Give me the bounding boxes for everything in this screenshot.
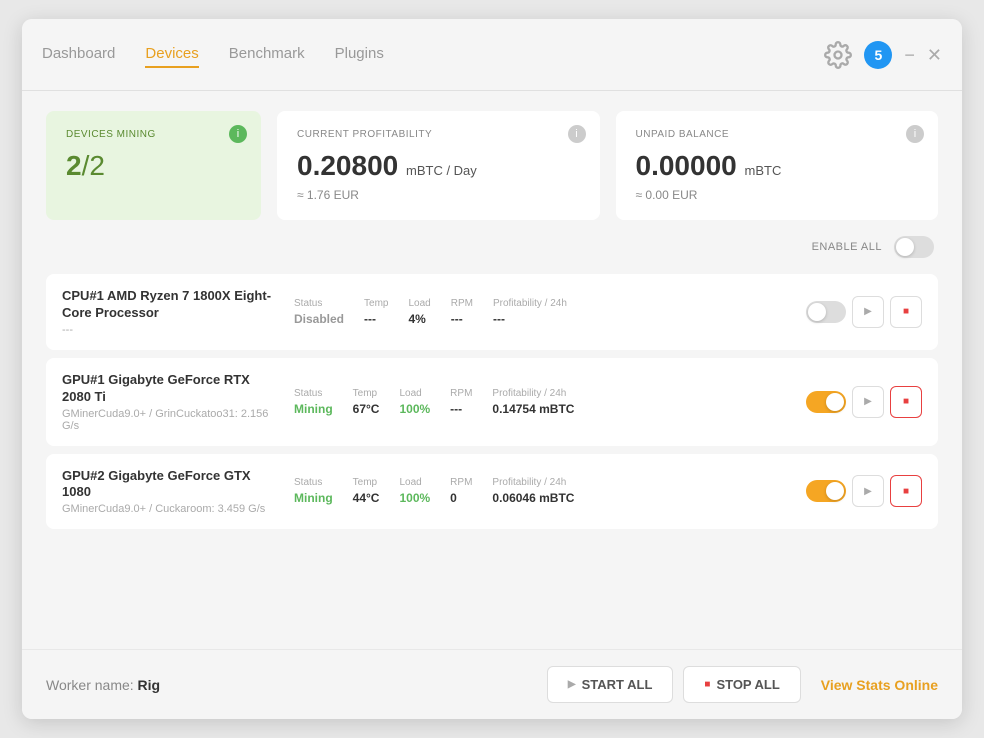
stop-all-button[interactable]: ■ STOP ALL [683, 666, 800, 703]
device-name-gpu1: GPU#1 Gigabyte GeForce RTX 2080 Ti [62, 372, 282, 406]
device-status-gpu2: Mining [294, 491, 333, 505]
device-actions-gpu1: ▶ ■ [806, 386, 922, 418]
device-stat-load-cpu1: Load 4% [408, 298, 430, 326]
devices-list: CPU#1 AMD Ryzen 7 1800X Eight-Core Proce… [46, 274, 938, 529]
device-stat-load-gpu2: Load 100% [399, 477, 430, 505]
balance-sub: ≈ 0.00 EUR [636, 188, 919, 202]
device-load-gpu2: 100% [399, 491, 430, 505]
minimize-button[interactable]: − [904, 46, 915, 64]
device-stat-temp-gpu2: Temp 44°C [353, 477, 380, 505]
device-stats-cpu1: Status Disabled Temp --- Load 4% RPM --- [294, 298, 794, 326]
device-sub-gpu2: GMinerCuda9.0+ / Cuckaroom: 3.459 G/s [62, 503, 282, 515]
device-stat-profit-gpu2: Profitability / 24h 0.06046 mBTC [492, 477, 574, 505]
profitability-card: i CURRENT PROFITABILITY 0.20800 mBTC / D… [277, 111, 600, 220]
device-status-cpu1: Disabled [294, 312, 344, 326]
device-stat-profit-gpu1: Profitability / 24h 0.14754 mBTC [492, 388, 574, 416]
device-load-cpu1: 4% [408, 312, 430, 326]
device-play-button-gpu1[interactable]: ▶ [852, 386, 884, 418]
enable-all-toggle[interactable] [894, 236, 934, 258]
device-temp-gpu1: 67°C [353, 402, 380, 416]
device-sub-gpu1: GMinerCuda9.0+ / GrinCuckatoo31: 2.156 G… [62, 408, 282, 432]
enable-all-row: ENABLE ALL [46, 236, 938, 258]
device-load-gpu1: 100% [399, 402, 430, 416]
start-all-button[interactable]: ▶ START ALL [547, 666, 673, 703]
start-all-play-icon: ▶ [568, 679, 576, 690]
table-row: CPU#1 AMD Ryzen 7 1800X Eight-Core Proce… [46, 274, 938, 350]
device-temp-cpu1: --- [364, 312, 388, 326]
devices-mining-value: 2/2 [66, 150, 241, 182]
device-stats-gpu2: Status Mining Temp 44°C Load 100% RPM 0 [294, 477, 794, 505]
balance-info-icon[interactable]: i [906, 125, 924, 143]
device-name-cpu1: CPU#1 AMD Ryzen 7 1800X Eight-Core Proce… [62, 288, 282, 322]
balance-value: 0.00000 mBTC [636, 150, 919, 182]
title-bar: Dashboard Devices Benchmark Plugins 5 − … [22, 19, 962, 91]
profitability-sub: ≈ 1.76 EUR [297, 188, 580, 202]
balance-card: i UNPAID BALANCE 0.00000 mBTC ≈ 0.00 EUR [616, 111, 939, 220]
tab-benchmark[interactable]: Benchmark [229, 41, 305, 68]
device-stat-load-gpu1: Load 100% [399, 388, 430, 416]
device-stat-temp-gpu1: Temp 67°C [353, 388, 380, 416]
device-actions-cpu1: ▶ ■ [806, 296, 922, 328]
profitability-info-icon[interactable]: i [568, 125, 586, 143]
device-stop-button-cpu1[interactable]: ■ [890, 296, 922, 328]
device-profit-cpu1: --- [493, 312, 567, 326]
title-actions: 5 − ✕ [824, 41, 942, 69]
device-stat-profit-cpu1: Profitability / 24h --- [493, 298, 567, 326]
app-window: Dashboard Devices Benchmark Plugins 5 − … [22, 19, 962, 719]
device-info-cpu1: CPU#1 AMD Ryzen 7 1800X Eight-Core Proce… [62, 288, 282, 336]
device-profit-gpu1: 0.14754 mBTC [492, 402, 574, 416]
device-stat-status-cpu1: Status Disabled [294, 298, 344, 326]
device-stat-status-gpu1: Status Mining [294, 388, 333, 416]
device-play-button-gpu2[interactable]: ▶ [852, 475, 884, 507]
device-toggle-gpu1[interactable] [806, 391, 846, 413]
device-actions-gpu2: ▶ ■ [806, 475, 922, 507]
device-sub-cpu1: --- [62, 324, 282, 336]
balance-label: UNPAID BALANCE [636, 129, 919, 140]
notification-badge[interactable]: 5 [864, 41, 892, 69]
view-stats-link[interactable]: View Stats Online [821, 677, 938, 693]
device-stat-rpm-gpu2: RPM 0 [450, 477, 472, 505]
device-stat-rpm-cpu1: RPM --- [451, 298, 473, 326]
stats-row: i DEVICES MINING 2/2 i CURRENT PROFITABI… [46, 111, 938, 220]
footer: Worker name: Rig ▶ START ALL ■ STOP ALL … [22, 649, 962, 719]
device-status-gpu1: Mining [294, 402, 333, 416]
device-stat-temp-cpu1: Temp --- [364, 298, 388, 326]
nav-tabs: Dashboard Devices Benchmark Plugins [42, 41, 824, 68]
profitability-value: 0.20800 mBTC / Day [297, 150, 580, 182]
device-toggle-gpu2[interactable] [806, 480, 846, 502]
tab-dashboard[interactable]: Dashboard [42, 41, 115, 68]
device-rpm-gpu2: 0 [450, 491, 472, 505]
device-rpm-cpu1: --- [451, 312, 473, 326]
tab-devices[interactable]: Devices [145, 41, 198, 68]
devices-mining-info-icon[interactable]: i [229, 125, 247, 143]
profitability-label: CURRENT PROFITABILITY [297, 129, 580, 140]
device-play-button-cpu1[interactable]: ▶ [852, 296, 884, 328]
device-stat-rpm-gpu1: RPM --- [450, 388, 472, 416]
stop-all-stop-icon: ■ [704, 679, 710, 690]
close-button[interactable]: ✕ [927, 46, 942, 64]
device-info-gpu1: GPU#1 Gigabyte GeForce RTX 2080 Ti GMine… [62, 372, 282, 432]
device-stop-button-gpu1[interactable]: ■ [890, 386, 922, 418]
device-info-gpu2: GPU#2 Gigabyte GeForce GTX 1080 GMinerCu… [62, 468, 282, 516]
worker-name-display: Worker name: Rig [46, 677, 547, 693]
device-profit-gpu2: 0.06046 mBTC [492, 491, 574, 505]
device-rpm-gpu1: --- [450, 402, 472, 416]
table-row: GPU#2 Gigabyte GeForce GTX 1080 GMinerCu… [46, 454, 938, 530]
devices-mining-card: i DEVICES MINING 2/2 [46, 111, 261, 220]
settings-icon[interactable] [824, 41, 852, 69]
device-stat-status-gpu2: Status Mining [294, 477, 333, 505]
device-stats-gpu1: Status Mining Temp 67°C Load 100% RPM --… [294, 388, 794, 416]
tab-plugins[interactable]: Plugins [335, 41, 384, 68]
device-temp-gpu2: 44°C [353, 491, 380, 505]
device-name-gpu2: GPU#2 Gigabyte GeForce GTX 1080 [62, 468, 282, 502]
enable-all-label: ENABLE ALL [812, 241, 882, 253]
main-content: i DEVICES MINING 2/2 i CURRENT PROFITABI… [22, 91, 962, 649]
footer-actions: ▶ START ALL ■ STOP ALL View Stats Online [547, 666, 938, 703]
table-row: GPU#1 Gigabyte GeForce RTX 2080 Ti GMine… [46, 358, 938, 446]
device-toggle-cpu1[interactable] [806, 301, 846, 323]
device-stop-button-gpu2[interactable]: ■ [890, 475, 922, 507]
devices-mining-label: DEVICES MINING [66, 129, 241, 140]
